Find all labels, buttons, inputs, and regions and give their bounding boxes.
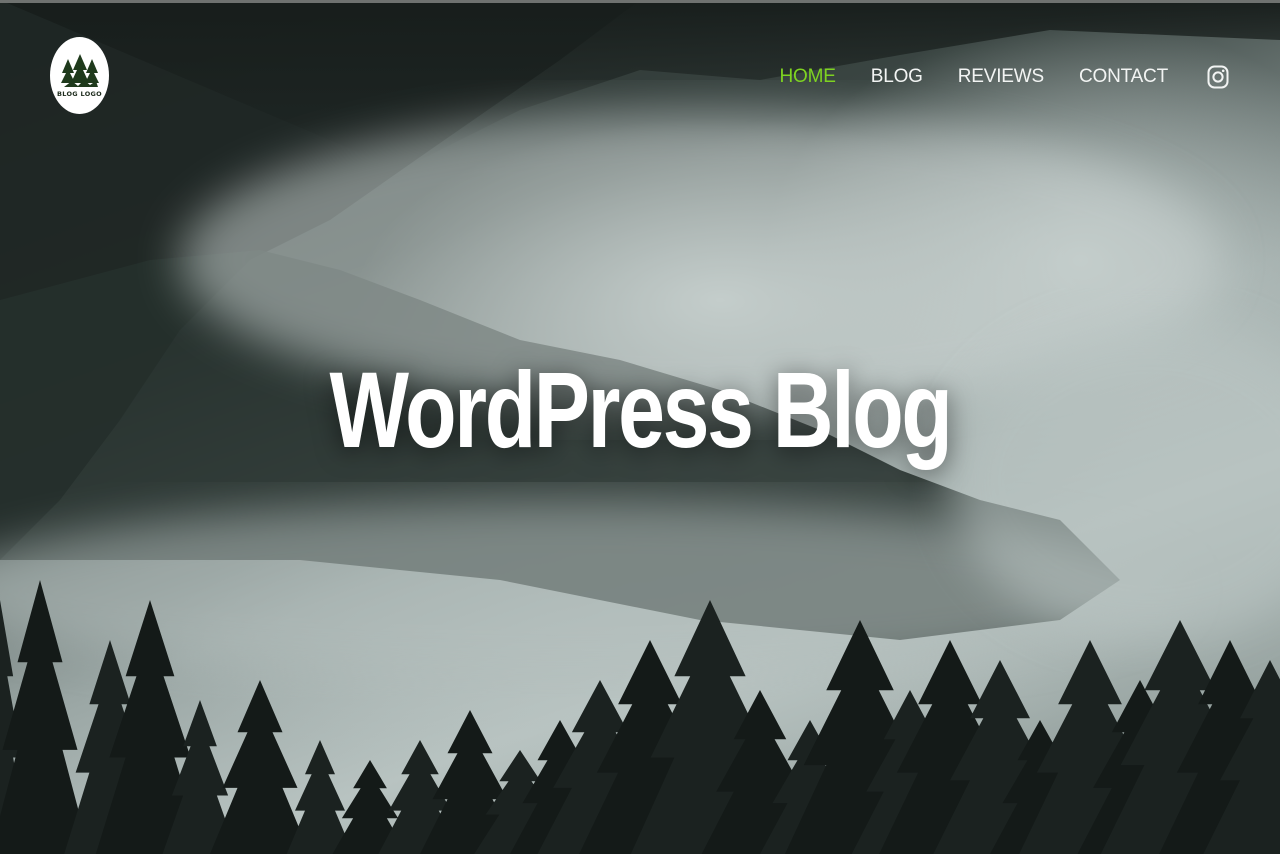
top-border (0, 0, 1280, 3)
nav-home[interactable]: HOME (780, 66, 836, 88)
nav-contact[interactable]: CONTACT (1079, 66, 1168, 88)
logo-text: BLOG LOGO (57, 90, 102, 98)
instagram-icon[interactable] (1206, 64, 1230, 90)
pine-trees-logo-icon (60, 54, 99, 87)
blog-logo[interactable]: BLOG LOGO (50, 37, 109, 114)
pine-tree (210, 680, 310, 854)
hero-title: WordPress Blog (329, 349, 952, 470)
hero-section: BLOG LOGO HOME BLOG REVIEWS CONTACT Word… (0, 0, 1280, 854)
main-nav: HOME BLOG REVIEWS CONTACT (780, 64, 1230, 90)
nav-blog[interactable]: BLOG (871, 66, 923, 88)
nav-reviews[interactable]: REVIEWS (958, 66, 1044, 88)
